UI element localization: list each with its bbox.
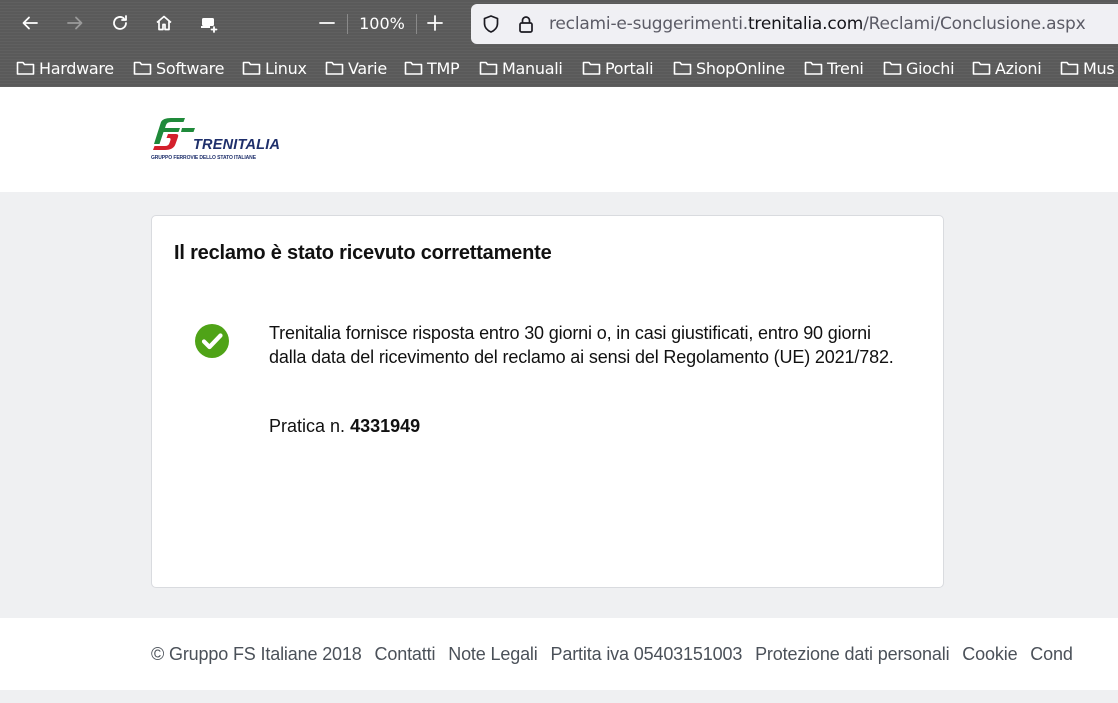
bookmark-label: Linux [265,58,307,78]
logo-wordmark: TRENITALIA [193,137,281,153]
zoom-divider [416,14,417,34]
confirmation-card: Il reclamo è stato ricevuto correttament… [151,215,944,588]
folder-icon [883,61,902,75]
page-bottom-strip [0,690,1118,703]
address-bar[interactable]: reclami-e-suggerimenti.trenitalia.com/Re… [471,4,1118,44]
footer-link-privacy[interactable]: Protezione dati personali [755,644,950,664]
zoom-divider [347,14,348,34]
bookmark-folder-varie[interactable]: Varie [325,57,387,79]
bookmark-label: Manuali [502,58,563,78]
bookmark-folder-linux[interactable]: Linux [242,57,307,79]
site-header: TRENITALIA GRUPPO FERROVIE DELLO STATO I… [0,87,1118,192]
bookmark-folder-hardware[interactable]: Hardware [16,57,114,79]
trenitalia-logo[interactable]: TRENITALIA GRUPPO FERROVIE DELLO STATO I… [151,117,291,165]
bookmark-folder-manuali[interactable]: Manuali [479,57,563,79]
bookmark-folder-mus[interactable]: Mus [1060,57,1115,79]
back-arrow-icon[interactable] [18,11,42,35]
bookmark-folder-software[interactable]: Software [133,57,224,79]
folder-icon [582,61,601,75]
bookmark-folder-azioni[interactable]: Azioni [972,57,1042,79]
footer-link-condizioni[interactable]: Cond [1030,644,1073,664]
url-prefix: reclami-e-suggerimenti. [549,14,748,34]
folder-icon [16,61,35,75]
bookmark-label: Hardware [39,58,114,78]
reload-icon[interactable] [108,11,132,35]
copyright-text: © Gruppo FS Italiane 2018 [151,644,362,664]
case-number-value: 4331949 [350,416,421,436]
response-time-message: Trenitalia fornisce risposta entro 30 gi… [269,323,894,367]
forward-arrow-icon[interactable] [63,11,87,35]
bookmark-folder-portali[interactable]: Portali [582,57,654,79]
bookmark-label: Portali [605,58,654,78]
bookmark-label: Azioni [995,58,1042,78]
footer-link-partita-iva[interactable]: Partita iva 05403151003 [551,644,743,664]
browser-toolbar: 100% reclami-e-suggerimenti.trenitalia.c… [0,0,1118,48]
bookmark-folder-giochi[interactable]: Giochi [883,57,955,79]
folder-icon [404,61,423,75]
fs-logo-mark-icon [153,118,195,150]
case-number-label: Pratica n. [269,416,346,436]
url-domain: trenitalia.com [747,14,864,34]
bookmark-label: Software [156,58,225,78]
case-number: Pratica n. 4331949 [269,414,420,438]
folder-icon [673,61,692,75]
folder-icon [133,61,152,75]
zoom-in-button[interactable] [424,11,446,35]
folder-icon [479,61,498,75]
screenshot-icon[interactable] [197,11,221,35]
url-text[interactable]: reclami-e-suggerimenti.trenitalia.com/Re… [549,13,1086,35]
footer-link-note-legali[interactable]: Note Legali [448,644,538,664]
footer-link-contatti[interactable]: Contatti [375,644,436,664]
folder-icon [242,61,261,75]
logo-subtitle: GRUPPO FERROVIE DELLO STATO ITALIANE [151,155,256,161]
tracking-protection-shield-icon[interactable] [481,14,501,34]
lock-icon[interactable] [516,14,536,34]
check-circle-icon [194,323,230,359]
zoom-level-button[interactable]: 100% [356,13,408,35]
footer-link-cookie[interactable]: Cookie [962,644,1017,664]
main-content: Il reclamo è stato ricevuto correttament… [0,192,1118,618]
site-footer: © Gruppo FS Italiane 2018 Contatti Note … [0,618,1118,690]
bookmark-label: TMP [427,58,460,78]
footer-links: © Gruppo FS Italiane 2018 Contatti Note … [151,644,1081,665]
bookmark-folder-shoponline[interactable]: ShopOnline [673,57,785,79]
folder-icon [804,61,823,75]
page-title: Il reclamo è stato ricevuto correttament… [174,242,552,264]
bookmark-label: Treni [827,58,864,78]
bookmark-folder-treni[interactable]: Treni [804,57,864,79]
home-icon[interactable] [152,11,176,35]
zoom-out-button[interactable] [316,11,338,35]
bookmark-label: Giochi [906,58,955,78]
bookmark-label: Varie [348,58,387,78]
url-path: /Reclami/Conclusione.aspx [863,14,1086,34]
folder-icon [325,61,344,75]
bookmark-label: Mus [1083,58,1115,78]
folder-icon [972,61,991,75]
bookmark-label: ShopOnline [696,58,785,78]
folder-icon [1060,61,1079,75]
bookmarks-bar: Hardware Software Linux Varie TMP Manual… [0,48,1118,87]
bookmark-folder-tmp[interactable]: TMP [404,57,460,79]
